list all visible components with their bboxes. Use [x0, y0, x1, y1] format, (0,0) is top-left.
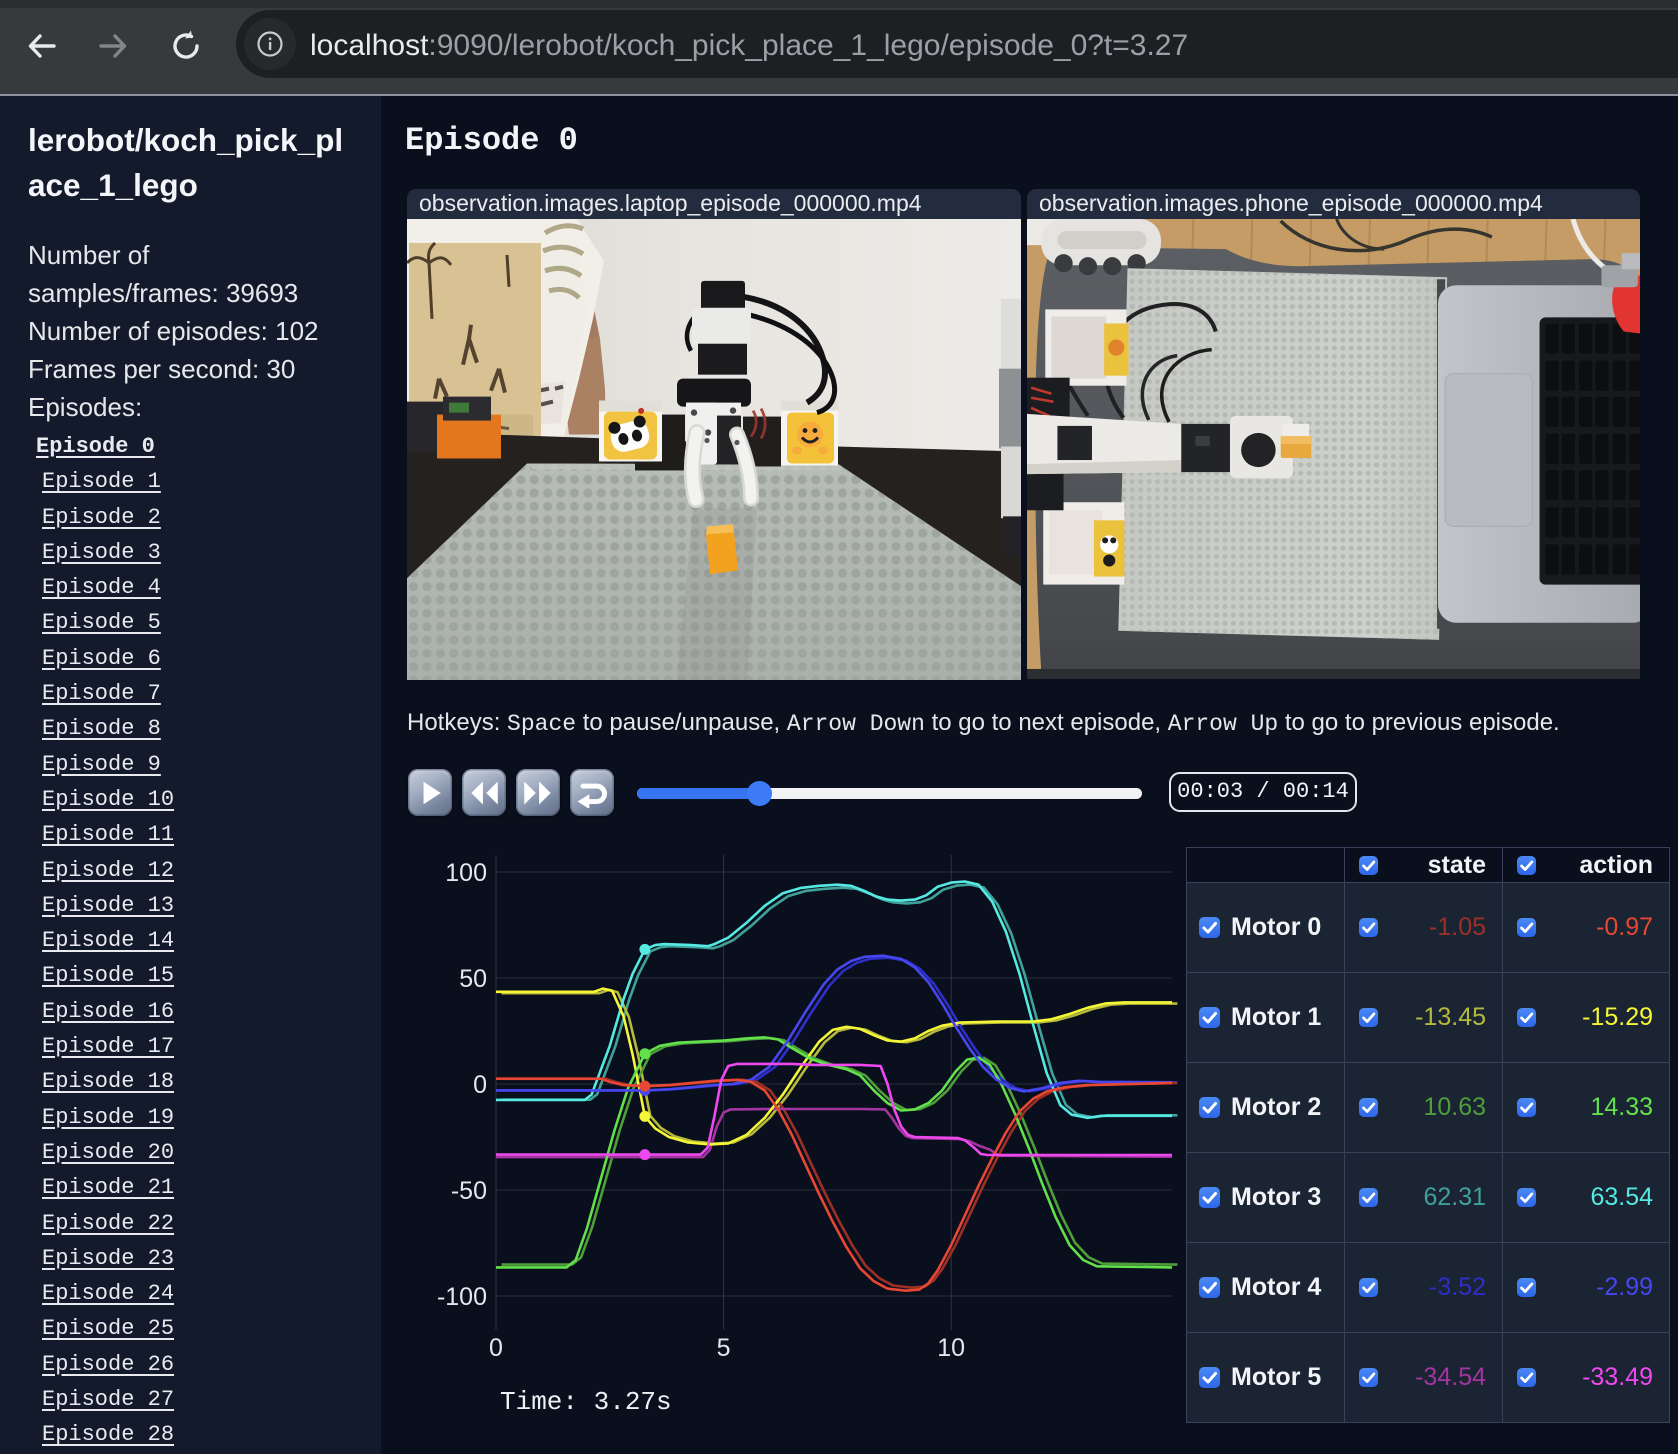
svg-text:-100: -100	[437, 1283, 487, 1311]
svg-text:0: 0	[489, 1334, 503, 1362]
svg-text:50: 50	[459, 965, 487, 993]
svg-text:0: 0	[473, 1071, 487, 1099]
svg-text:10: 10	[937, 1334, 965, 1362]
svg-text:5: 5	[717, 1334, 731, 1362]
svg-text:-50: -50	[451, 1177, 487, 1205]
svg-text:100: 100	[445, 859, 487, 887]
